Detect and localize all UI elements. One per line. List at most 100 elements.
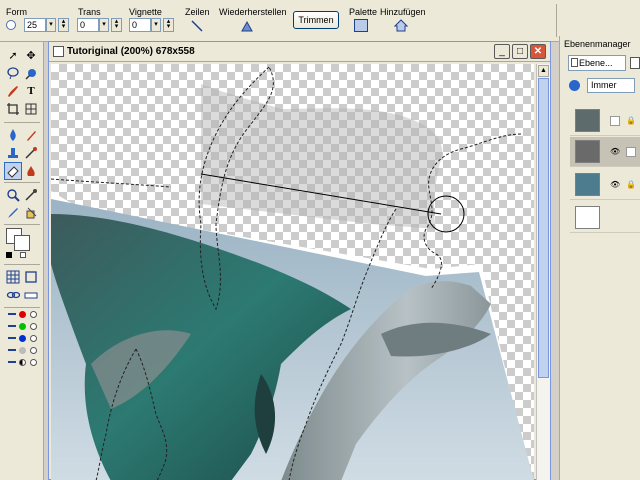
zeilen-label: Zeilen [185,7,210,17]
vignette-input[interactable]: 0 [129,18,151,32]
text-icon[interactable]: T [22,82,40,100]
minimize-button[interactable]: _ [494,44,510,59]
lock-icon[interactable] [626,147,636,157]
channel-toggle[interactable] [30,335,37,342]
layer-thumbnail [575,206,600,229]
eye-icon[interactable] [610,116,620,126]
scroll-up-icon[interactable]: ▲ [538,65,549,77]
blue-channel-icon[interactable] [19,335,26,342]
gray-channel-icon[interactable] [19,347,26,354]
options-bar: Form 25 ▾ ▴ ▾ Trans 0 ▾ ▴ ▾ Vignette 0 ▾ ▴… [0,0,640,42]
layer-row[interactable]: 👁 🔒 [570,170,640,200]
layer-row[interactable]: 🔒 [570,106,640,136]
form-shape-icon[interactable] [6,20,16,30]
blend-mode-select[interactable]: Immer [587,78,635,93]
background-color-swatch[interactable] [14,235,30,251]
close-button[interactable]: ✕ [530,44,546,59]
channel-toggle[interactable] [30,359,37,366]
toolbox-divider [4,224,40,225]
vignette-stepper[interactable]: ▴ ▾ [163,18,174,32]
brush-icon[interactable] [4,82,22,100]
eye-icon[interactable]: 👁 [610,180,620,190]
eraser-icon[interactable] [4,162,22,180]
eye-icon[interactable]: 👁 [610,147,620,157]
retouch-icon[interactable] [22,144,40,162]
pencil-icon[interactable] [4,204,22,222]
frame-icon[interactable] [22,268,40,286]
swap-colors-icon[interactable] [20,252,26,258]
document-title: Tutoriginal (200%) 678x558 [67,46,195,57]
trans-dropdown[interactable]: ▾ [99,18,109,32]
toolbox-divider [4,307,40,308]
layer-row[interactable] [570,203,640,233]
layer-doc-icon [571,58,578,67]
channel-toggle[interactable] [30,311,37,318]
form-dropdown[interactable]: ▾ [46,18,56,32]
trans-stepper[interactable]: ▴ ▾ [111,18,122,32]
trimmen-button[interactable]: Trimmen [293,11,339,29]
document-window: Tutoriginal (200%) 678x558 _ □ ✕ ▲ [48,41,551,480]
channel-line [8,325,16,327]
channel-toggle[interactable] [30,323,37,330]
layer-thumbnail [575,109,600,132]
toolbox-divider [4,182,40,183]
paintbrush-icon[interactable] [22,126,40,144]
eyedropper-icon[interactable] [22,186,40,204]
stamp-icon[interactable] [4,144,22,162]
layers-panel-title: Ebenenmanager [564,39,631,49]
channel-line [8,349,16,351]
blend-mode-icon [569,80,580,91]
toolbox-divider [4,122,40,123]
vertical-scrollbar[interactable]: ▲ [536,64,550,480]
maximize-button[interactable]: □ [512,44,528,59]
vignette-dropdown[interactable]: ▾ [151,18,161,32]
form-label: Form [6,7,27,17]
add-icon[interactable] [393,19,409,32]
selection-overlay [201,84,443,229]
selection-path [51,178,172,188]
canvas-artwork [51,66,534,480]
channel-line [8,337,16,339]
ruler-icon[interactable] [22,286,40,304]
trans-input[interactable]: 0 [77,18,99,32]
wand-icon[interactable] [22,64,40,82]
line-icon[interactable] [190,19,204,33]
zoom-icon[interactable] [4,186,22,204]
layers-panel: Ebenenmanager Ebene... Immer 🔒 👁 👁 🔒 [559,36,640,480]
document-icon [53,46,64,57]
resize-icon[interactable] [22,100,40,118]
contrast-channel-icon[interactable] [19,359,26,366]
palette-label: Palette [349,7,378,17]
wiederherstellen-label: Wiederherstellen [219,7,287,17]
lock-icon[interactable]: 🔒 [626,116,636,126]
default-colors-icon[interactable] [6,252,12,258]
new-layer-icon[interactable] [630,57,640,69]
document-titlebar[interactable]: Tutoriginal (200%) 678x558 _ □ ✕ [49,42,550,62]
form-stepper[interactable]: ▴ ▾ [58,18,69,32]
move-icon[interactable]: ✥ [22,46,40,64]
form-input[interactable]: 25 [24,18,46,32]
red-channel-icon[interactable] [19,311,26,318]
lock-icon[interactable]: 🔒 [626,180,636,190]
toolbox-divider [4,264,40,265]
grid-icon[interactable] [4,268,22,286]
channel-line [8,313,16,315]
channel-toggle[interactable] [30,347,37,354]
fill-icon[interactable] [22,204,40,222]
lasso-icon[interactable] [4,64,22,82]
palette-icon[interactable] [354,19,368,32]
arrow-icon[interactable]: ➚ [4,46,22,64]
trans-label: Trans [78,7,101,17]
drop-icon[interactable] [4,126,22,144]
scroll-thumb[interactable] [538,78,549,378]
smudge-icon[interactable] [22,162,40,180]
crop-icon[interactable] [4,100,22,118]
layer-thumbnail [575,140,600,163]
restore-icon[interactable] [240,19,254,33]
green-channel-icon[interactable] [19,323,26,330]
image-canvas[interactable] [51,64,534,480]
layer-row[interactable]: 👁 [570,137,640,167]
link-icon[interactable] [4,286,22,304]
toolbox: ➚ ✥ T [0,42,44,480]
layer-thumbnail [575,173,600,196]
